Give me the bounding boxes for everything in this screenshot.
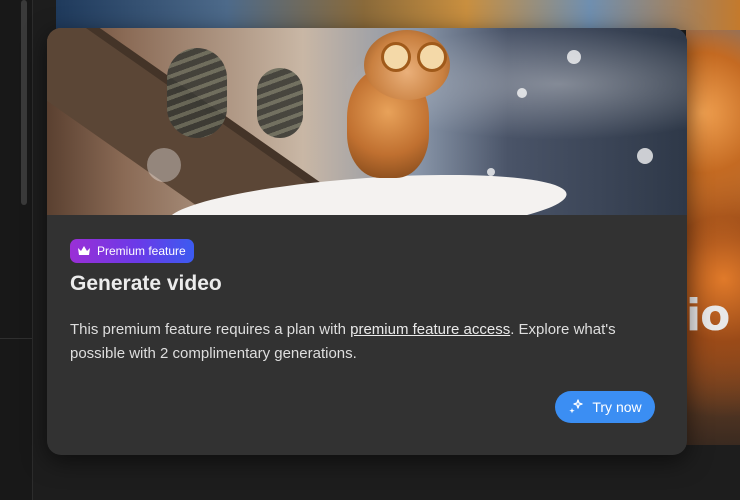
try-now-label: Try now [592, 399, 642, 415]
hero-pinecone [167, 48, 227, 138]
background-image-right [686, 30, 740, 445]
background-image-strip [56, 0, 740, 30]
try-now-button[interactable]: Try now [555, 391, 655, 423]
premium-feature-access-link[interactable]: premium feature access [350, 321, 510, 338]
rail-scrollbar[interactable] [21, 0, 27, 205]
hero-pinecone [257, 68, 303, 138]
description-text: This premium feature requires a plan wit… [70, 321, 351, 338]
premium-badge: Premium feature [70, 239, 194, 263]
left-rail [0, 0, 33, 500]
premium-badge-label: Premium feature [97, 244, 186, 258]
hero-bokeh [487, 168, 495, 176]
crown-icon [78, 246, 90, 255]
modal-description: This premium feature requires a plan wit… [70, 318, 670, 366]
premium-feature-modal: Premium feature Generate video This prem… [47, 28, 687, 455]
rail-divider [0, 338, 32, 339]
hero-image [47, 28, 687, 215]
hero-owl-eye [417, 42, 447, 72]
modal-title: Generate video [70, 272, 222, 295]
hero-bokeh [637, 148, 653, 164]
hero-bokeh [517, 88, 527, 98]
background-partial-word: io [686, 290, 730, 341]
hero-bokeh [147, 148, 181, 182]
hero-owl-eye [381, 42, 411, 72]
hero-bokeh [567, 50, 581, 64]
sparkle-icon [569, 399, 584, 414]
